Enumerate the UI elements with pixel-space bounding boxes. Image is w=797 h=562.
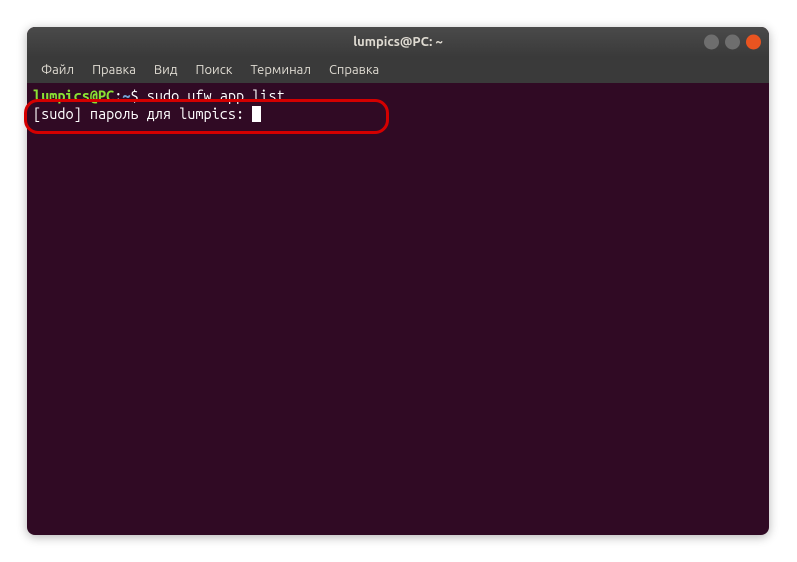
close-button[interactable] <box>746 35 761 50</box>
command-text: sudo ufw app list <box>147 87 285 104</box>
window-title: lumpics@PC: ~ <box>353 35 443 49</box>
menu-search[interactable]: Поиск <box>187 59 240 81</box>
titlebar: lumpics@PC: ~ <box>27 27 769 57</box>
terminal-window: lumpics@PC: ~ Файл Правка Вид Поиск Терм… <box>27 27 769 535</box>
prompt-line: lumpics@PC:~$ sudo ufw app list <box>33 87 763 105</box>
prompt-user: lumpics@PC <box>33 87 114 104</box>
window-controls <box>704 35 761 50</box>
menu-view[interactable]: Вид <box>146 59 186 81</box>
menu-help[interactable]: Справка <box>321 59 387 81</box>
sudo-prompt-line: [sudo] пароль для lumpics: <box>33 105 763 123</box>
cursor-icon <box>252 106 261 122</box>
prompt-dollar: $ <box>130 87 138 104</box>
maximize-button[interactable] <box>725 35 740 50</box>
menu-file[interactable]: Файл <box>33 59 82 81</box>
terminal-body[interactable]: lumpics@PC:~$ sudo ufw app list [sudo] п… <box>27 83 769 127</box>
menubar: Файл Правка Вид Поиск Терминал Справка <box>27 57 769 83</box>
sudo-prompt-text: [sudo] пароль для lumpics: <box>33 105 252 122</box>
menu-terminal[interactable]: Терминал <box>242 59 318 81</box>
menu-edit[interactable]: Правка <box>84 59 144 81</box>
minimize-button[interactable] <box>704 35 719 50</box>
